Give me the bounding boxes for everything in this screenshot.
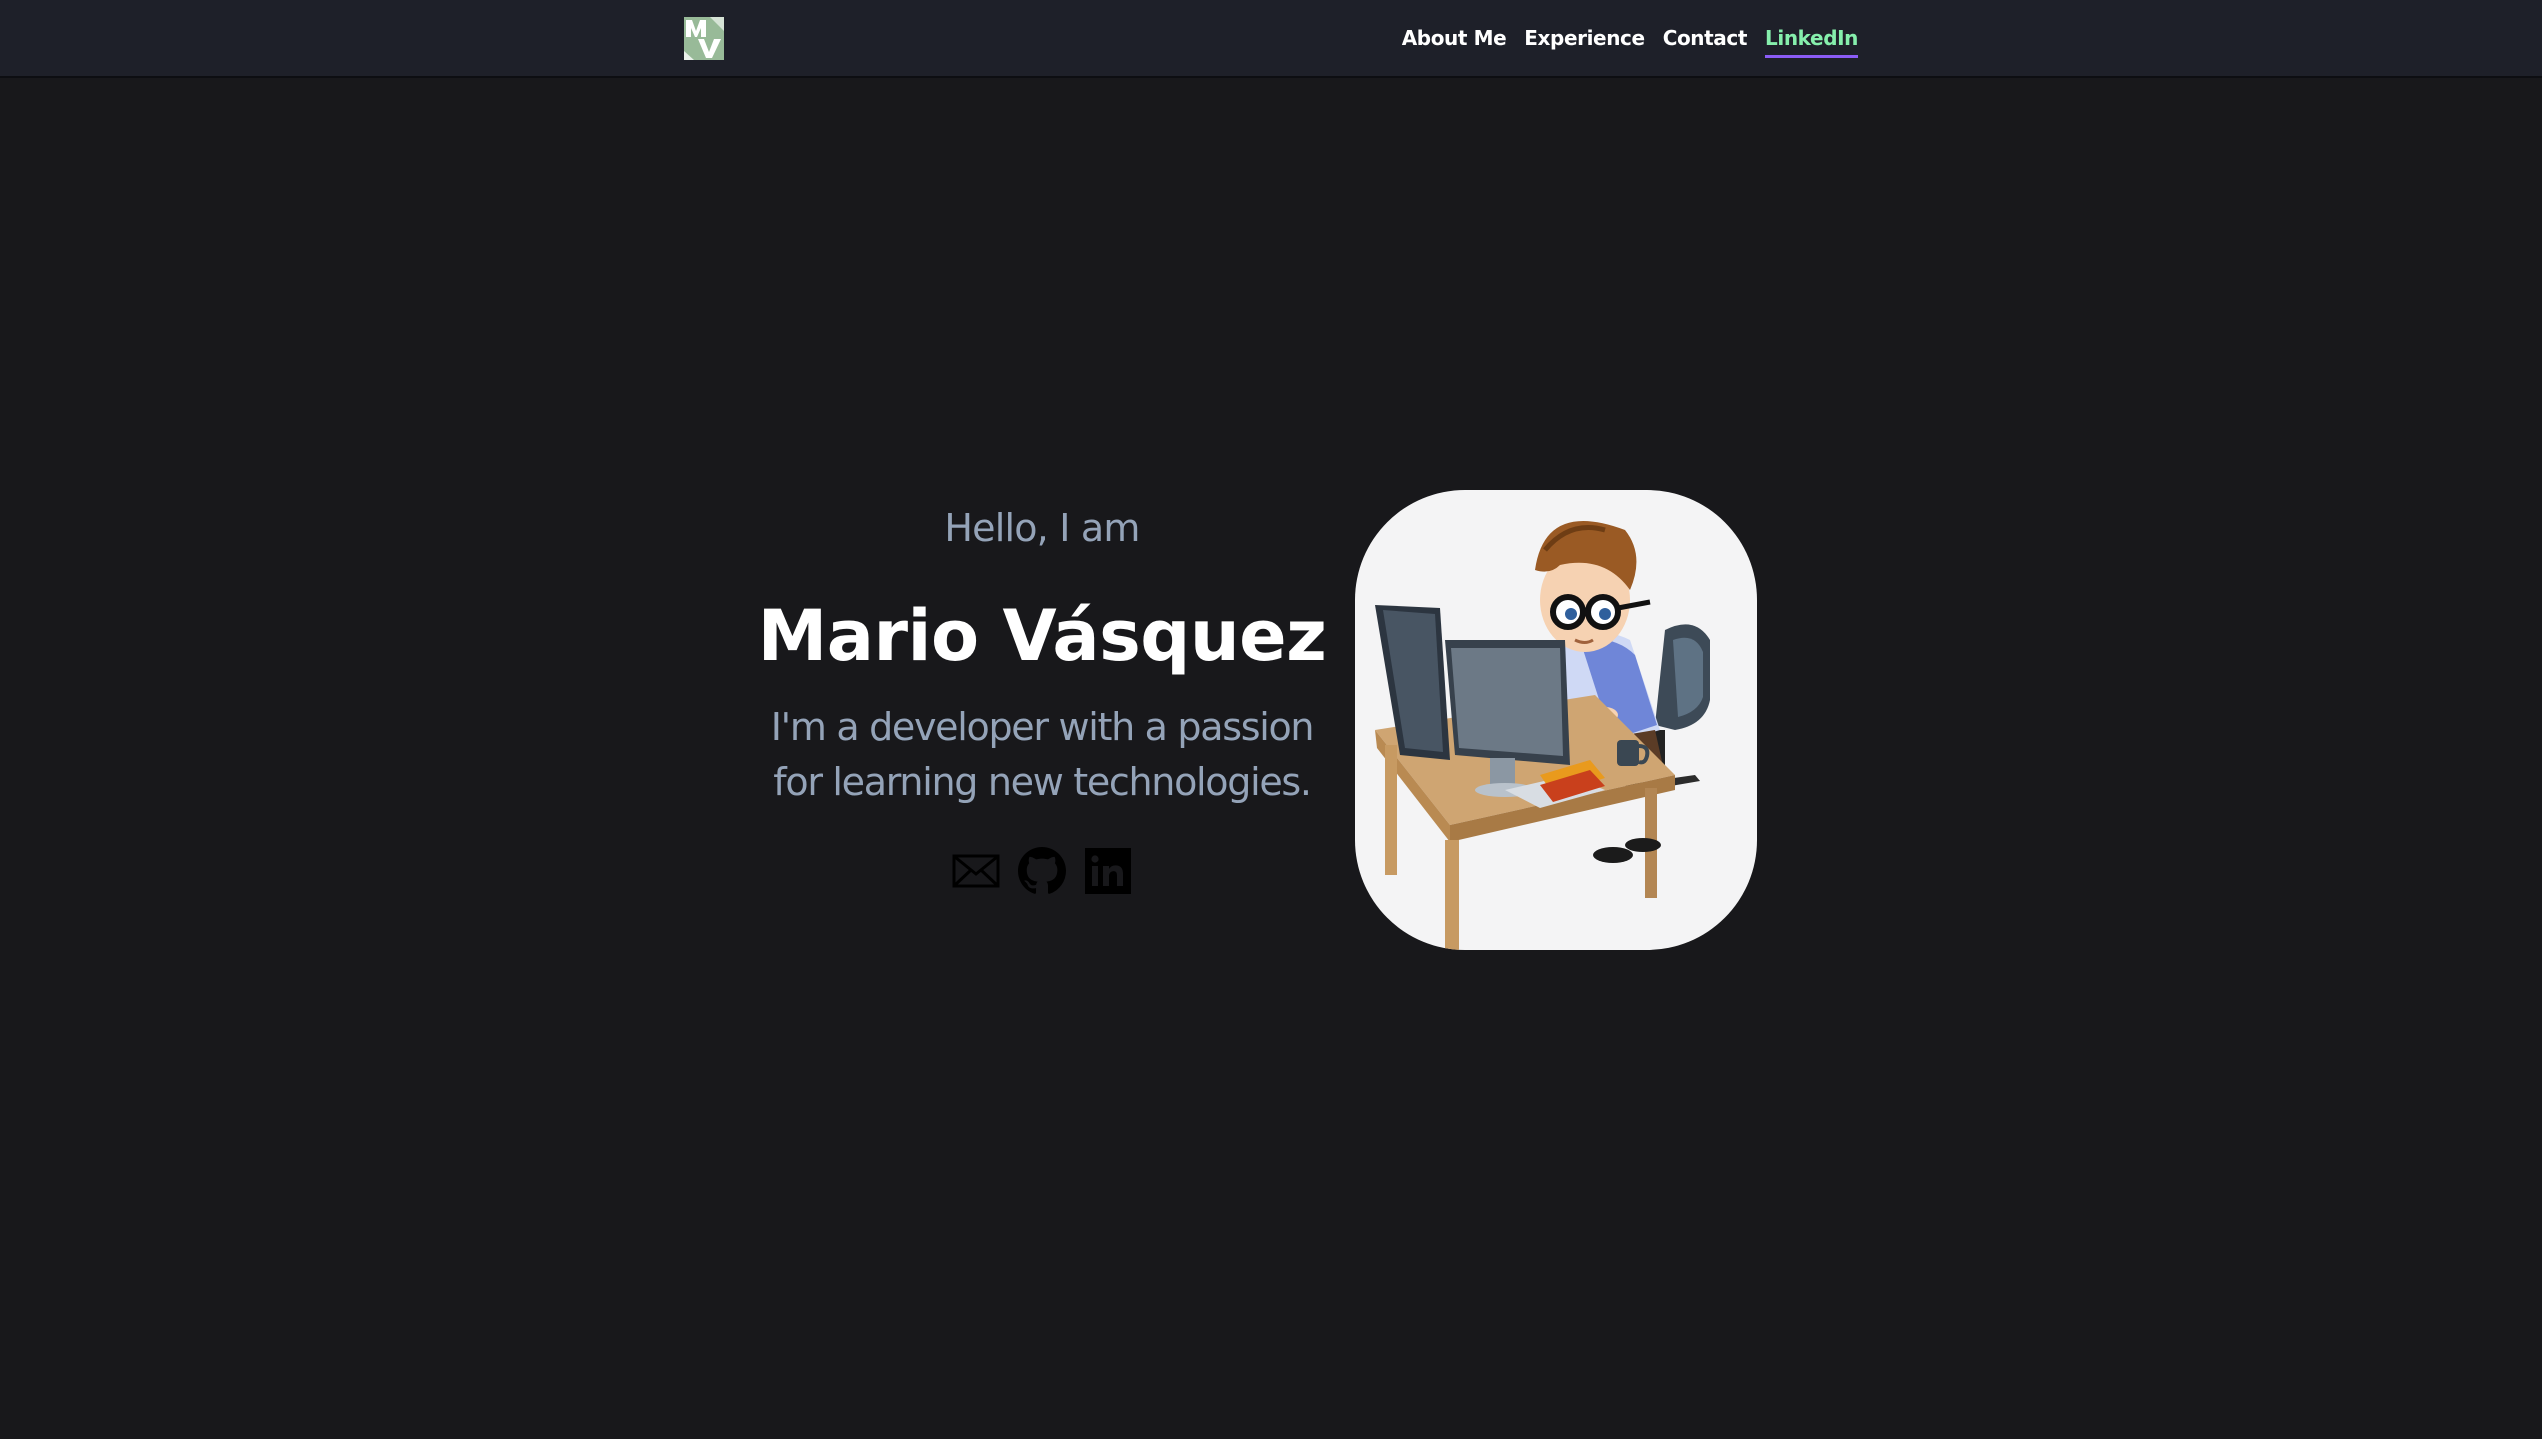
github-link[interactable] bbox=[1018, 847, 1066, 895]
navbar: About Me Experience Contact LinkedIn bbox=[0, 0, 2542, 78]
github-icon bbox=[1018, 847, 1066, 894]
logo-link[interactable] bbox=[684, 17, 724, 60]
developer-illustration-icon bbox=[1375, 521, 1710, 950]
email-icon bbox=[952, 854, 1000, 888]
nav-link-linkedin[interactable]: LinkedIn bbox=[1765, 20, 1858, 58]
nav-link-about-me[interactable]: About Me bbox=[1402, 20, 1507, 55]
nav-link-experience[interactable]: Experience bbox=[1524, 20, 1645, 55]
social-links bbox=[742, 847, 1342, 895]
hero-tagline: I'm a developer with a passion for learn… bbox=[742, 700, 1342, 810]
mv-logo-icon bbox=[684, 17, 724, 60]
hero-greeting: Hello, I am bbox=[944, 506, 1140, 550]
hero-intro: Hello, I am Mario Vásquez I'm a develope… bbox=[742, 500, 1342, 895]
nav-link-contact[interactable]: Contact bbox=[1663, 20, 1748, 55]
linkedin-icon bbox=[1085, 848, 1131, 894]
linkedin-link[interactable] bbox=[1084, 847, 1132, 895]
avatar bbox=[1355, 490, 1757, 950]
email-link[interactable] bbox=[952, 847, 1000, 895]
nav-links: About Me Experience Contact LinkedIn bbox=[1402, 20, 1858, 60]
hero-tagline-line-1: I'm a developer with a passion bbox=[770, 705, 1315, 749]
hero-tagline-line-2: for learning new technologies. bbox=[773, 760, 1312, 804]
hero-name: Mario Vásquez bbox=[757, 595, 1327, 677]
